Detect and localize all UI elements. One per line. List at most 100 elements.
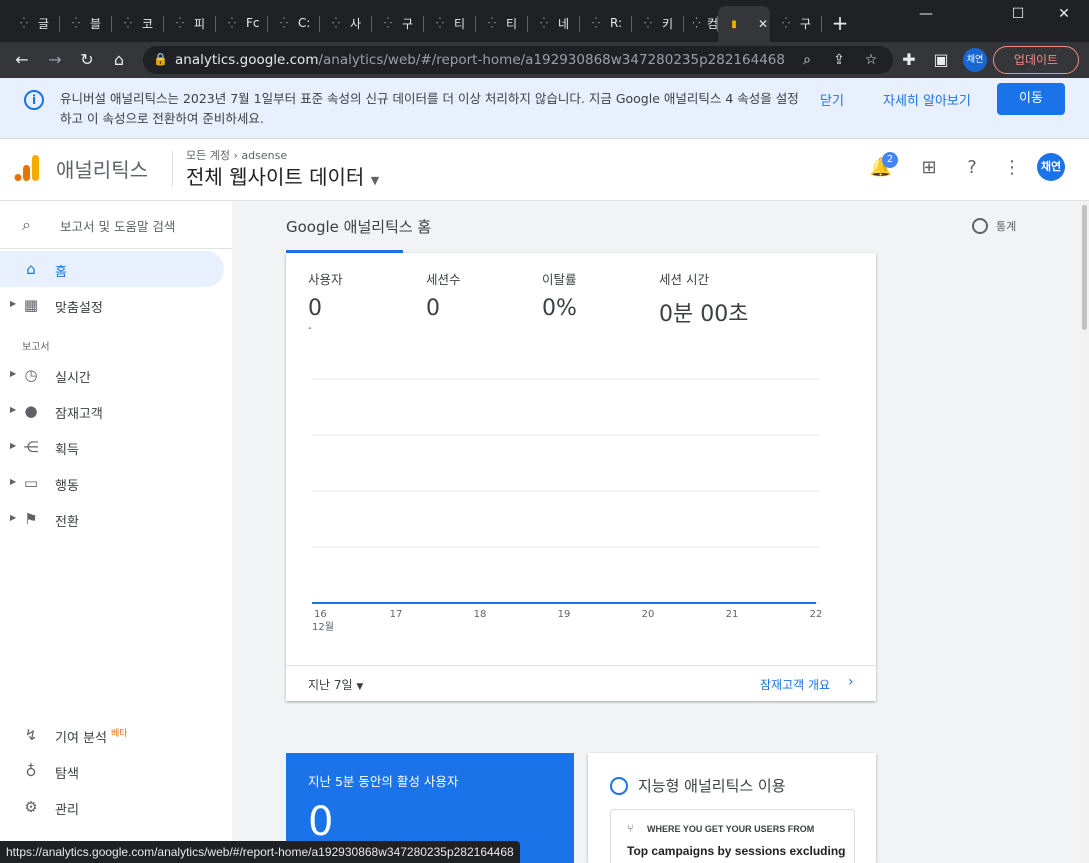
sidebar-item-audience[interactable]: ▶ ● 잠재고객 — [0, 393, 232, 429]
gear-icon: ⚙ — [24, 798, 38, 816]
account-avatar[interactable]: 채연 — [1037, 153, 1065, 181]
tab-favicon-icon: ⁛ — [488, 17, 496, 29]
expand-caret-icon: ▶ — [10, 405, 17, 414]
browser-tab[interactable]: ⁛ C: — [268, 8, 320, 38]
sidebar-item-conversions[interactable]: ▶ ⚑ 전환 — [0, 501, 232, 537]
update-button[interactable]: 업데이트 — [993, 46, 1079, 74]
audience-overview-link[interactable]: 잠재고객 개요 — [760, 676, 830, 693]
address-bar[interactable]: 🔒 analytics.google.com/analytics/web/#/r… — [143, 46, 893, 74]
browser-tab[interactable]: ⁛ 블 — [60, 8, 112, 38]
metric-users[interactable]: 사용자 0 - — [308, 269, 343, 334]
tab-favicon-icon: ⁛ — [436, 17, 444, 29]
banner-close-link[interactable]: 닫기 — [820, 90, 844, 109]
extensions-icon[interactable]: ✚ — [897, 48, 921, 72]
sidebar-item-customization[interactable]: ▶ ▦ 맞춤설정 — [0, 287, 232, 323]
scrollbar-thumb[interactable] — [1082, 205, 1087, 330]
close-window-button[interactable]: ✕ — [1050, 6, 1078, 26]
page-scrollbar[interactable] — [1080, 201, 1089, 863]
share-icon[interactable]: ⇪ — [827, 48, 851, 72]
insights-link[interactable]: 통계 — [972, 218, 1016, 234]
tab-favicon-icon: ⁛ — [124, 17, 132, 29]
tab-favicon-icon: ⁛ — [280, 17, 288, 29]
back-icon[interactable]: ← — [10, 48, 34, 72]
browser-tab[interactable]: ⁛ 글 — [8, 8, 60, 38]
attribution-icon: ↯ — [24, 726, 38, 744]
browser-tab[interactable]: ⁛ 사 — [320, 8, 372, 38]
tab-separator — [821, 16, 822, 32]
browser-tab[interactable]: ⁛ R: — [580, 8, 632, 38]
x-tick-label: 20 — [642, 609, 655, 620]
metric-sessions[interactable]: 세션수 0 — [426, 269, 461, 321]
tab-label: R: — [610, 16, 623, 30]
date-range-dropdown[interactable]: 지난 7일 ▼ — [308, 676, 363, 693]
sidebar: ⌕ 보고서 및 도움말 검색 ⌂ 홈 ▶ ▦ 맞춤설정 보고서 ▶ ◷ 실시간 … — [0, 201, 232, 863]
browser-tab[interactable]: ⁛ 구 — [770, 8, 822, 38]
insights-icon — [972, 218, 988, 234]
beta-badge: 베타 — [110, 729, 128, 739]
clock-icon: ◷ — [24, 366, 38, 384]
browser-tab-strip: ⁛ 글 ⁛ 블 ⁛ 코 ⁛ 피 ⁛ Fc ⁛ C: ⁛ 사 ⁛ 구 ⁛ 티 ⁛ 티 ⁛ 네 ⁛ R: ⁛ 키 ⁛ 컴 ▮ ✕ ⁛ 구 + — … — [0, 0, 1089, 42]
deprecation-banner: i 유니버설 애널리틱스는 2023년 7월 1일부터 표준 속성의 신규 데이… — [0, 78, 1089, 139]
chevron-right-icon[interactable]: › — [848, 674, 854, 690]
intelligence-question-card[interactable]: ⑂ WHERE YOU GET YOUR USERS FROM Top camp… — [610, 809, 855, 863]
browser-tab[interactable]: ⁛ 키 — [632, 8, 684, 38]
reports-section-label: 보고서 — [22, 342, 50, 353]
tab-label: 네 — [558, 16, 570, 31]
browser-toolbar: ← → ↻ ⌂ 🔒 analytics.google.com/analytics… — [0, 42, 1089, 78]
browser-tab[interactable]: ▮ ✕ — [718, 6, 770, 42]
minimize-button[interactable]: — — [912, 6, 940, 26]
sidebar-item-admin[interactable]: ⚙ 관리 — [0, 789, 232, 825]
metric-bounce-rate[interactable]: 이탈률 0% — [542, 269, 577, 321]
lightbulb-icon: ♁ — [25, 762, 37, 780]
intelligence-card: 지능형 애널리틱스 이용 ⑂ WHERE YOU GET YOUR USERS … — [588, 753, 876, 863]
tab-label: 글 — [38, 16, 50, 31]
banner-go-button[interactable]: 이동 — [997, 83, 1065, 115]
browser-tab[interactable]: ⁛ 티 — [476, 8, 528, 38]
browser-tab[interactable]: ⁛ 네 — [528, 8, 580, 38]
apps-grid-icon[interactable]: ⊞ — [917, 156, 941, 180]
maximize-button[interactable]: ☐ — [1004, 6, 1032, 26]
tab-label: 피 — [194, 16, 206, 31]
tab-label: 티 — [506, 16, 518, 31]
browser-tab[interactable]: ⁛ Fc — [216, 8, 268, 38]
browser-tab[interactable]: ⁛ 티 — [424, 8, 476, 38]
browser-tab[interactable]: ⁛ 코 — [112, 8, 164, 38]
home-icon[interactable]: ⌂ — [107, 48, 131, 72]
metric-session-duration[interactable]: 세션 시간 0분 00초 — [659, 269, 748, 328]
flag-icon: ⚑ — [24, 510, 38, 528]
help-icon[interactable]: ? — [960, 156, 984, 180]
metric-value: 0분 00초 — [659, 302, 749, 327]
zoom-search-icon[interactable]: ⌕ — [795, 48, 819, 72]
overview-card: 사용자 0 - 세션수 0 이탈률 0% 세션 시간 0분 00초 16 17 18… — [286, 253, 876, 701]
more-vert-icon[interactable]: ⋮ — [1000, 156, 1024, 180]
metric-name: 사용자 — [308, 272, 343, 287]
person-icon: ● — [24, 402, 38, 420]
sidebar-search[interactable]: ⌕ 보고서 및 도움말 검색 — [0, 201, 232, 249]
sidebar-item-discover[interactable]: ♁ 탐색 — [0, 753, 232, 789]
forward-icon[interactable]: → — [43, 48, 67, 72]
browser-tab[interactable]: ⁛ 피 — [164, 8, 216, 38]
browser-tab[interactable]: ⁛ 컴 — [684, 8, 718, 38]
analytics-logo-icon[interactable] — [14, 153, 40, 183]
banner-learn-more-link[interactable]: 자세히 알아보기 — [883, 90, 971, 109]
sidebar-item-realtime[interactable]: ▶ ◷ 실시간 — [0, 357, 232, 393]
view-selector[interactable]: 전체 웹사이트 데이터 ▼ — [186, 161, 379, 190]
sidebar-item-attribution[interactable]: ↯ 기여 분석 베타 — [0, 717, 232, 753]
profile-avatar[interactable]: 채연 — [963, 48, 987, 72]
browser-tab[interactable]: ⁛ 구 — [372, 8, 424, 38]
tab-favicon-icon: ⁛ — [782, 17, 790, 29]
tab-close-icon[interactable]: ✕ — [758, 17, 768, 31]
sidebar-item-home[interactable]: ⌂ 홈 — [0, 251, 224, 287]
bookmark-star-icon[interactable]: ☆ — [859, 48, 883, 72]
url-host: analytics.google.com — [175, 52, 319, 68]
sidebar-item-label: 맞춤설정 — [55, 301, 103, 316]
behavior-icon: ▭ — [23, 474, 39, 492]
search-icon: ⌕ — [22, 215, 31, 234]
reload-icon[interactable]: ↻ — [75, 48, 99, 72]
side-panel-icon[interactable]: ▣ — [929, 48, 953, 72]
date-range-label: 지난 7일 — [308, 678, 353, 692]
new-tab-button[interactable]: + — [828, 12, 852, 36]
tab-label: 사 — [350, 16, 362, 31]
sidebar-item-behavior[interactable]: ▶ ▭ 행동 — [0, 465, 232, 501]
sidebar-item-acquisition[interactable]: ▶ ⋲ 획득 — [0, 429, 232, 465]
